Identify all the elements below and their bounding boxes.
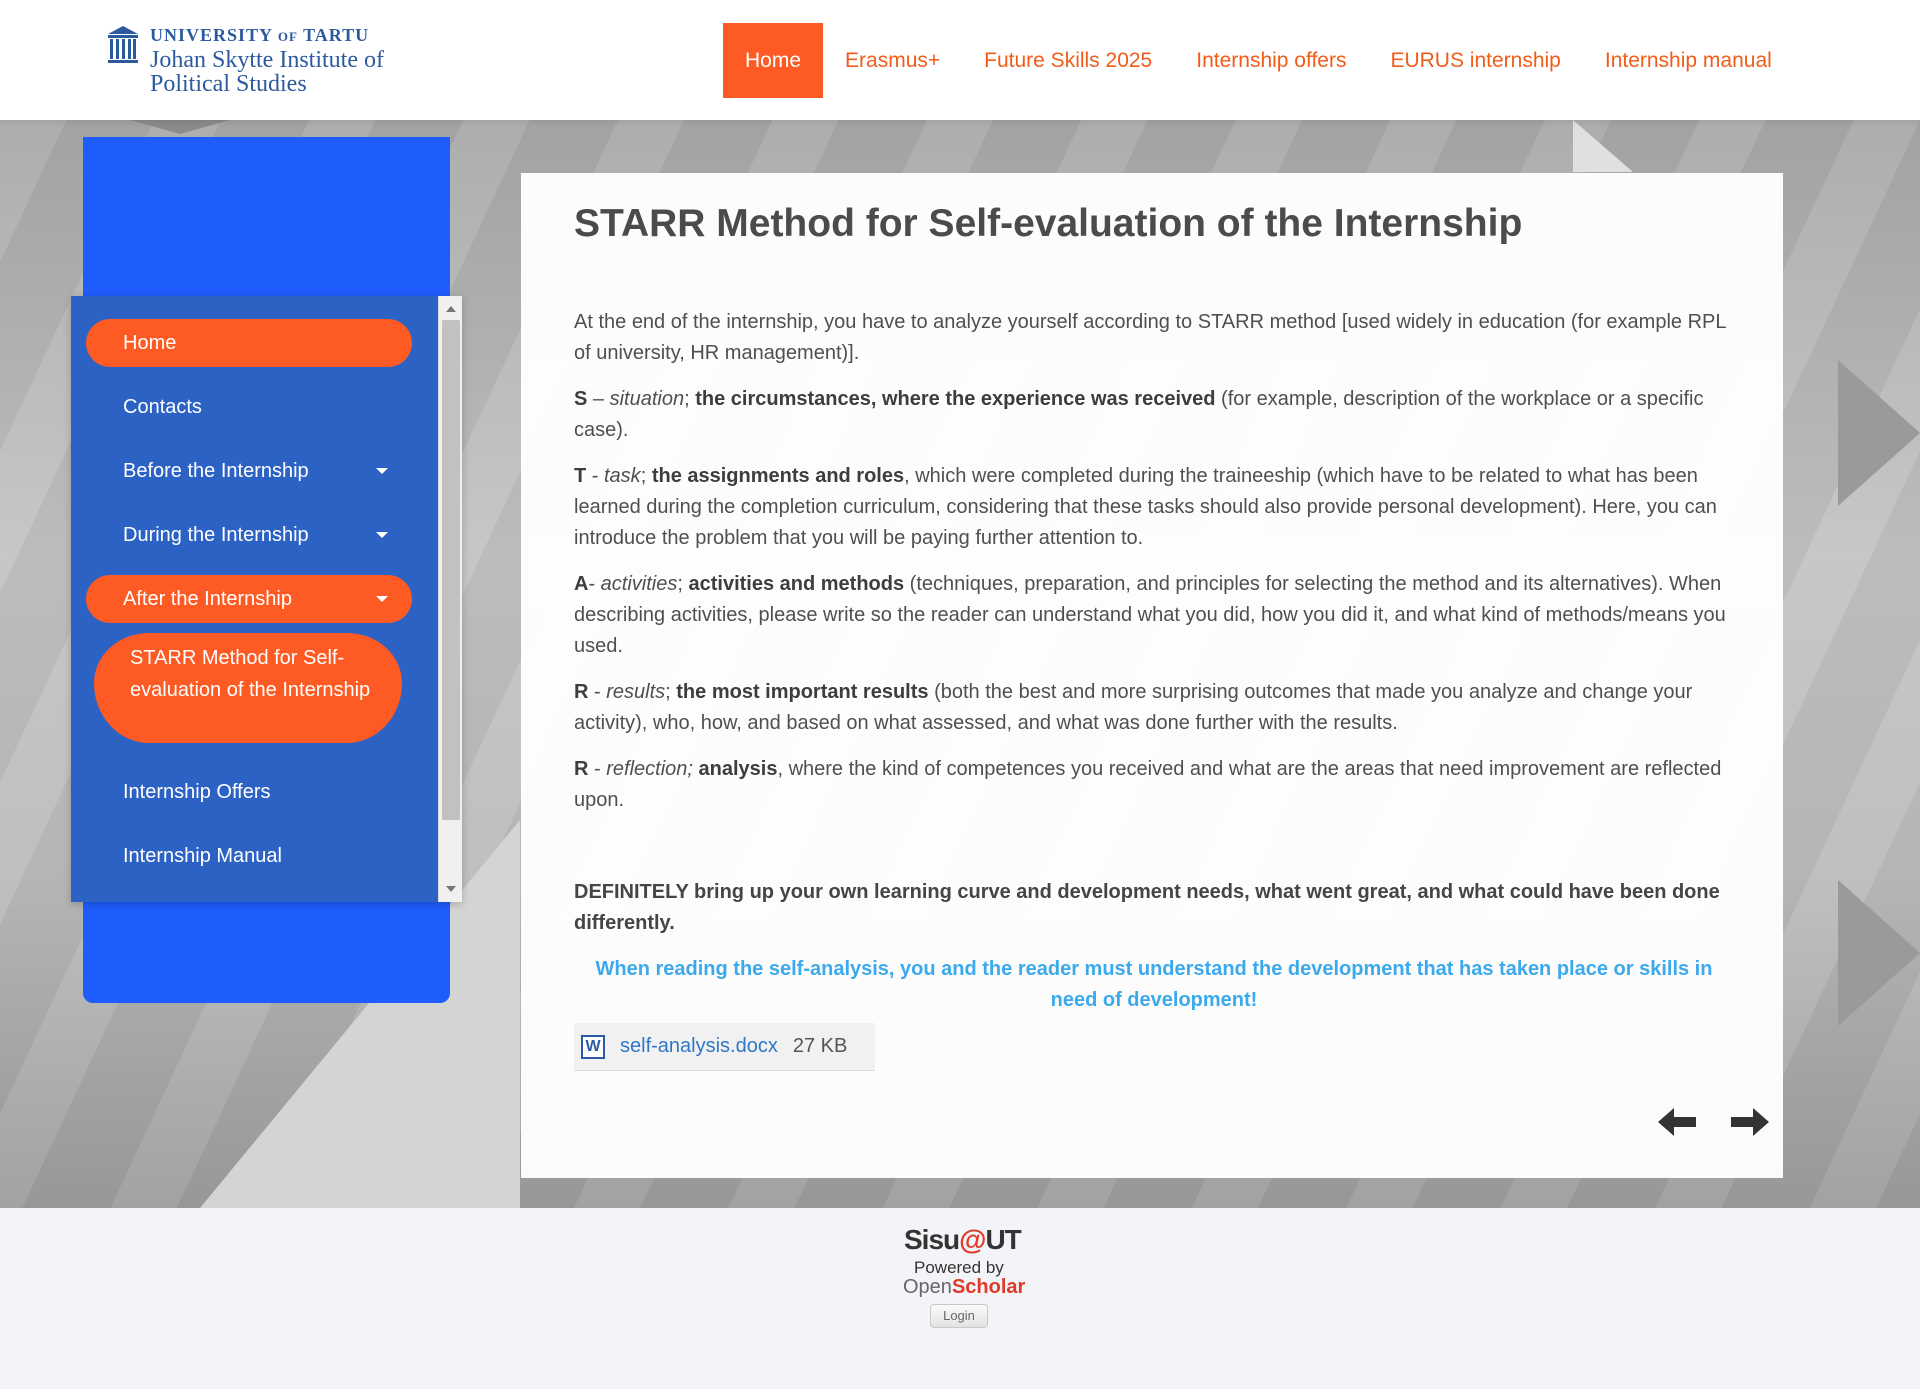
institute-name-line2: Political Studies <box>150 71 307 97</box>
site-footer: Sisu@UT Powered by OpenScholar Login <box>0 1208 1920 1389</box>
caret-down-icon[interactable] <box>376 468 388 474</box>
starr-results: R - results; the most important results … <box>574 681 1693 734</box>
sidebar-item-before-internship[interactable]: Before the Internship <box>86 447 412 495</box>
intro-paragraph: At the end of the internship, you have t… <box>574 311 1726 364</box>
nav-eurus-internship[interactable]: EURUS internship <box>1368 23 1582 98</box>
scroll-down-icon[interactable] <box>446 886 456 892</box>
highlight-paragraph: When reading the self-analysis, you and … <box>595 958 1713 1011</box>
decor-triangle <box>1838 360 1920 506</box>
nav-internship-manual[interactable]: Internship manual <box>1583 23 1794 98</box>
sidebar-item-internship-manual[interactable]: Internship Manual <box>86 832 412 880</box>
university-logo-icon <box>108 26 138 63</box>
sidebar-item-label: Internship Manual <box>123 845 282 867</box>
sidebar-item-contacts[interactable]: Contacts <box>86 383 412 431</box>
sidebar-item-label: During the Internship <box>123 524 309 546</box>
sidebar-item-during-internship[interactable]: During the Internship <box>86 511 412 559</box>
nav-erasmus[interactable]: Erasmus+ <box>823 23 962 98</box>
caret-down-icon[interactable] <box>376 532 388 538</box>
site-header: UNIVERSITY OF TARTU Johan Skytte Institu… <box>0 0 1920 120</box>
starr-reflection: R - reflection; analysis, where the kind… <box>574 758 1722 811</box>
site-logo[interactable]: UNIVERSITY OF TARTU Johan Skytte Institu… <box>106 24 384 96</box>
page-title: STARR Method for Self-evaluation of the … <box>574 202 1523 245</box>
openscholar-logo[interactable]: OpenScholar <box>903 1276 1025 1299</box>
arrow-left-icon[interactable] <box>1658 1108 1698 1136</box>
main-nav: Home Erasmus+ Future Skills 2025 Interns… <box>723 23 1794 98</box>
sidebar-item-internship-offers[interactable]: Internship Offers <box>86 768 412 816</box>
sidebar-subitem-starr-method[interactable]: STARR Method for Self-evaluation of the … <box>94 633 402 743</box>
sidebar-item-label: Contacts <box>123 396 202 418</box>
sidebar-item-label: Home <box>123 332 177 354</box>
sidebar-menu: Home Contacts Before the Internship Duri… <box>71 296 462 902</box>
sidebar-item-label: Before the Internship <box>123 460 309 482</box>
content-card: STARR Method for Self-evaluation of the … <box>521 173 1783 1178</box>
file-download-link[interactable]: self-analysis.docx <box>620 1035 778 1058</box>
page-body: At the end of the internship, you have t… <box>574 307 1734 1031</box>
starr-situation: S – situation; the circumstances, where … <box>574 388 1704 441</box>
scroll-up-icon[interactable] <box>446 306 456 312</box>
decor-triangle <box>130 120 230 134</box>
file-size: 27 KB <box>792 1035 848 1057</box>
decor-triangle <box>1838 880 1920 1026</box>
word-document-icon: W <box>581 1034 605 1059</box>
arrow-right-icon[interactable] <box>1729 1108 1769 1136</box>
starr-activities: A- activities; activities and methods (t… <box>574 573 1726 657</box>
powered-by-text: Powered by <box>914 1258 1004 1277</box>
file-attachment: W self-analysis.docx 27 KB <box>574 1023 875 1071</box>
starr-task: T - task; the assignments and roles, whi… <box>574 465 1717 549</box>
decor-triangle <box>1573 120 1633 172</box>
nav-home[interactable]: Home <box>723 23 824 98</box>
nav-internship-offers[interactable]: Internship offers <box>1174 23 1368 98</box>
sidebar-item-after-internship[interactable]: After the Internship <box>86 575 412 623</box>
institute-name-line1: Johan Skytte Institute of <box>150 47 384 73</box>
scroll-thumb[interactable] <box>442 320 460 820</box>
caret-down-icon[interactable] <box>376 596 388 602</box>
logo-text: UNIVERSITY OF TARTU Johan Skytte Institu… <box>150 24 384 96</box>
sidebar-item-home[interactable]: Home <box>86 319 412 367</box>
definitely-paragraph: DEFINITELY bring up your own learning cu… <box>574 881 1720 934</box>
university-name: UNIVERSITY OF TARTU <box>150 25 370 45</box>
sidebar-item-label: Internship Offers <box>123 781 271 803</box>
sisu-ut-logo[interactable]: Sisu@UT <box>904 1224 1022 1256</box>
nav-future-skills[interactable]: Future Skills 2025 <box>962 23 1174 98</box>
login-button[interactable]: Login <box>930 1304 988 1328</box>
sidebar-item-label: After the Internship <box>123 588 292 610</box>
sidebar-scrollbar[interactable] <box>438 296 462 902</box>
